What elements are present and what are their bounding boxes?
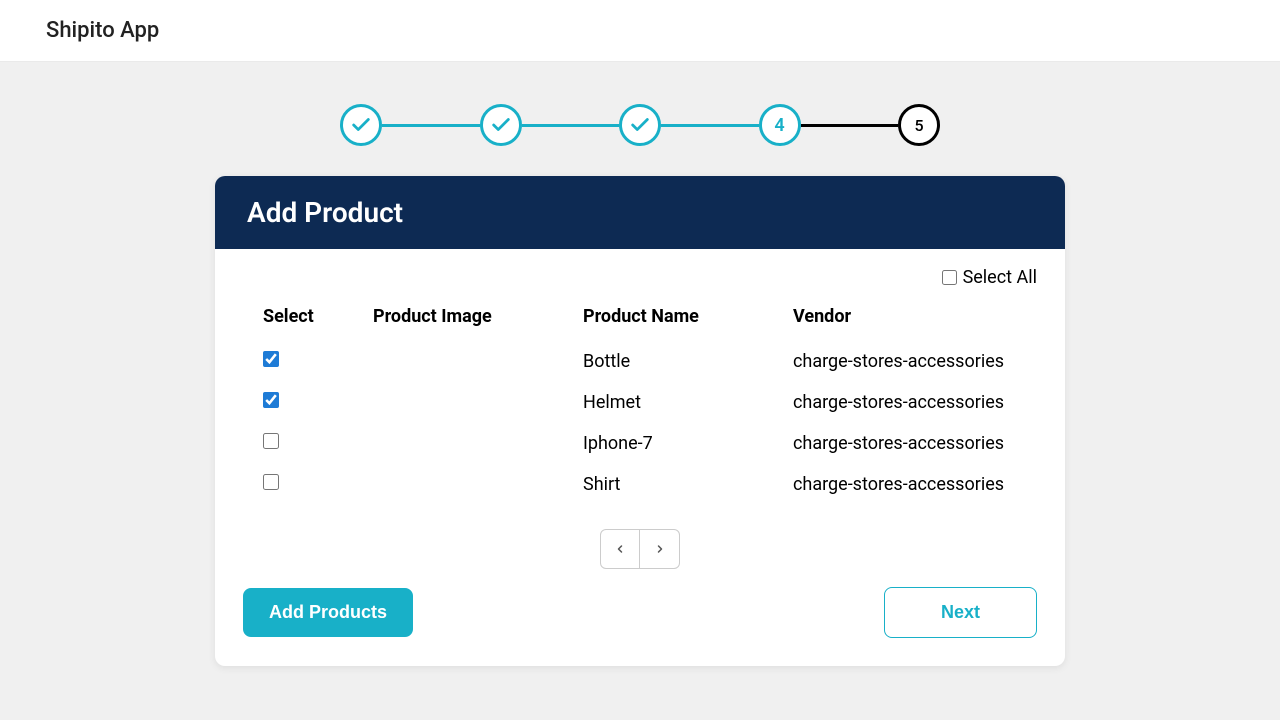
step-1: [340, 104, 382, 146]
row-vendor: charge-stores-accessories: [793, 392, 1017, 413]
col-name: Product Name: [583, 306, 793, 327]
row-checkbox[interactable]: [263, 474, 279, 490]
row-name: Helmet: [583, 392, 793, 413]
row-checkbox[interactable]: [263, 433, 279, 449]
select-all-checkbox[interactable]: [942, 270, 957, 285]
table-header: Select Product Image Product Name Vendor: [243, 296, 1037, 341]
step-line-2: [522, 124, 620, 127]
next-button[interactable]: Next: [884, 587, 1037, 638]
row-vendor: charge-stores-accessories: [793, 474, 1017, 495]
card-body: Select All Select Product Image Product …: [215, 249, 1065, 666]
row-name: Iphone-7: [583, 433, 793, 454]
product-table: Select Product Image Product Name Vendor…: [243, 296, 1037, 505]
select-all-label: Select All: [963, 267, 1037, 288]
table-row: Iphone-7 charge-stores-accessories: [243, 423, 1037, 464]
pager: [243, 529, 1037, 569]
col-image: Product Image: [373, 306, 583, 327]
col-vendor: Vendor: [793, 306, 1017, 327]
chevron-left-icon: [614, 543, 626, 555]
pager-next-button[interactable]: [640, 529, 680, 569]
row-checkbox[interactable]: [263, 351, 279, 367]
check-icon: [629, 114, 651, 136]
step-3: [619, 104, 661, 146]
row-name: Shirt: [583, 474, 793, 495]
table-row: Bottle charge-stores-accessories: [243, 341, 1037, 382]
card-title: Add Product: [215, 176, 1065, 249]
topbar: Shipito App: [0, 0, 1280, 62]
step-4: 4: [759, 104, 801, 146]
step-line-1: [382, 124, 480, 127]
step-line-4: [801, 124, 899, 127]
stepper: 4 5: [340, 104, 940, 146]
col-select: Select: [263, 306, 373, 327]
step-line-3: [661, 124, 759, 127]
add-product-card: Add Product Select All Select Product Im…: [215, 176, 1065, 666]
card-footer: Add Products Next: [243, 587, 1037, 638]
row-checkbox[interactable]: [263, 392, 279, 408]
check-icon: [350, 114, 372, 136]
select-all-row: Select All: [243, 267, 1037, 288]
table-row: Helmet charge-stores-accessories: [243, 382, 1037, 423]
chevron-right-icon: [654, 543, 666, 555]
app-title: Shipito App: [46, 18, 159, 43]
row-vendor: charge-stores-accessories: [793, 351, 1017, 372]
row-vendor: charge-stores-accessories: [793, 433, 1017, 454]
check-icon: [490, 114, 512, 136]
pager-prev-button[interactable]: [600, 529, 640, 569]
step-5: 5: [898, 104, 940, 146]
step-2: [480, 104, 522, 146]
add-products-button[interactable]: Add Products: [243, 588, 413, 637]
row-name: Bottle: [583, 351, 793, 372]
table-row: Shirt charge-stores-accessories: [243, 464, 1037, 505]
